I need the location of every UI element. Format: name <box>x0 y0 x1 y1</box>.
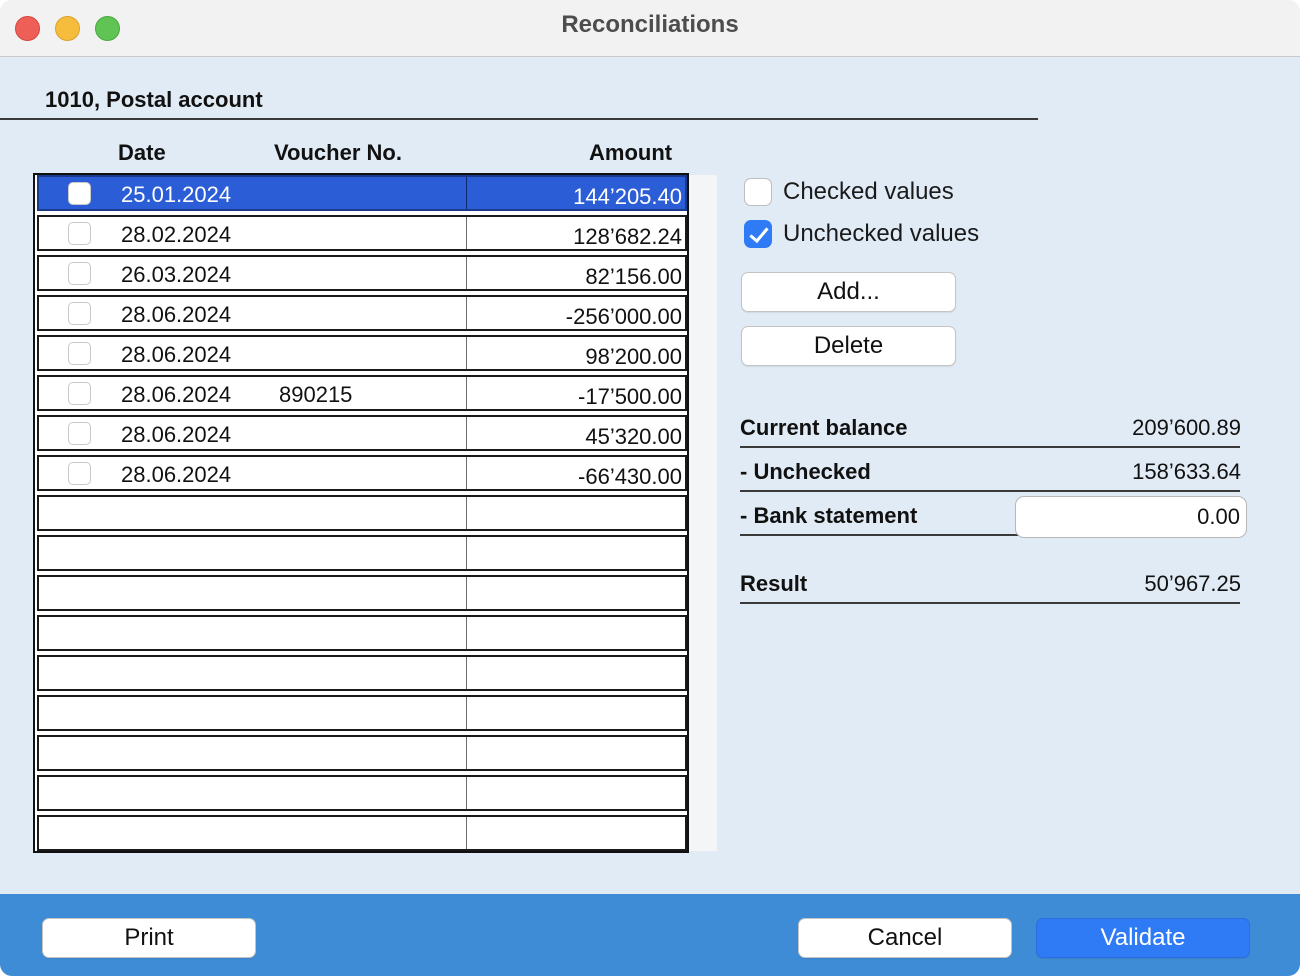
row-checkbox[interactable] <box>68 462 91 485</box>
unchecked-rule <box>740 490 1240 492</box>
table-row[interactable]: 28.06.2024 -256’000.00 <box>37 295 687 331</box>
column-header-date[interactable]: Date <box>118 140 166 166</box>
current-balance-label: Current balance <box>740 415 908 440</box>
current-balance-value: 209’600.89 <box>1132 415 1241 440</box>
unchecked-value: 158’633.64 <box>1132 459 1241 484</box>
cancel-button[interactable]: Cancel <box>798 918 1012 958</box>
row-date: 28.06.2024 <box>121 422 232 447</box>
bank-statement-field[interactable] <box>1015 496 1247 538</box>
row-date: 28.06.2024 <box>121 302 232 327</box>
column-divider <box>466 697 467 729</box>
row-checkbox[interactable] <box>68 182 91 205</box>
footer-bar: Print Cancel Validate <box>0 894 1300 976</box>
bank-statement-label: - Bank statement <box>740 503 918 528</box>
column-divider <box>466 257 467 289</box>
column-divider <box>466 297 467 329</box>
title-bar: Reconciliations <box>0 0 1300 57</box>
column-divider <box>466 617 467 649</box>
column-divider <box>466 777 467 809</box>
empty-table-row[interactable] <box>37 615 687 651</box>
table-row[interactable]: 28.06.2024 -66’430.00 <box>37 455 687 491</box>
row-checkbox[interactable] <box>68 422 91 445</box>
result-rule <box>740 602 1240 604</box>
column-divider <box>466 217 467 249</box>
unchecked-values-label: Unchecked values <box>783 220 980 247</box>
account-divider <box>0 118 1038 120</box>
window-title: Reconciliations <box>561 11 739 38</box>
account-label: 1010, Postal account <box>45 87 263 112</box>
bank-statement-rule <box>740 534 1020 536</box>
row-date: 28.02.2024 <box>121 222 232 247</box>
column-divider <box>466 457 467 489</box>
add-button[interactable]: Add... <box>741 272 956 312</box>
row-checkbox[interactable] <box>68 382 91 405</box>
empty-table-row[interactable] <box>37 495 687 531</box>
empty-table-row[interactable] <box>37 815 687 851</box>
checked-values-checkbox[interactable] <box>744 178 772 206</box>
result-label: Result <box>740 571 808 596</box>
row-amount: 98’200.00 <box>585 344 682 369</box>
column-divider <box>466 337 467 369</box>
row-checkbox[interactable] <box>68 302 91 325</box>
row-date: 28.06.2024 <box>121 462 232 487</box>
row-voucher: 890215 <box>279 382 353 407</box>
column-divider <box>466 497 467 529</box>
empty-table-row[interactable] <box>37 735 687 771</box>
row-date: 26.03.2024 <box>121 262 232 287</box>
empty-table-row[interactable] <box>37 695 687 731</box>
table-row[interactable]: 28.06.2024 45’320.00 <box>37 415 687 451</box>
result-value: 50’967.25 <box>1144 571 1241 596</box>
column-header-amount[interactable]: Amount <box>589 140 672 166</box>
checked-values-label: Checked values <box>783 178 954 205</box>
row-amount: -17’500.00 <box>578 384 682 409</box>
validate-button[interactable]: Validate <box>1036 918 1250 958</box>
row-checkbox[interactable] <box>68 222 91 245</box>
column-header-voucher[interactable]: Voucher No. <box>274 140 402 166</box>
reconciliations-window: Reconciliations 1010, Postal account Dat… <box>0 0 1300 976</box>
table-row[interactable]: 26.03.2024 82’156.00 <box>37 255 687 291</box>
table-row[interactable]: 28.02.2024 128’682.24 <box>37 215 687 251</box>
row-date: 28.06.2024 <box>121 382 232 407</box>
column-divider <box>466 377 467 409</box>
column-divider <box>466 417 467 449</box>
current-balance-rule <box>740 446 1240 448</box>
row-checkbox[interactable] <box>68 342 91 365</box>
table-scrollbar[interactable] <box>689 175 717 851</box>
row-checkbox[interactable] <box>68 262 91 285</box>
empty-table-row[interactable] <box>37 575 687 611</box>
row-amount: 144’205.40 <box>573 184 682 209</box>
print-button[interactable]: Print <box>42 918 256 958</box>
table-row[interactable]: 28.06.2024 98’200.00 <box>37 335 687 371</box>
table-row[interactable]: 25.01.2024 144’205.40 <box>37 175 687 211</box>
column-divider <box>466 737 467 769</box>
row-amount: 128’682.24 <box>573 224 682 249</box>
column-divider <box>466 577 467 609</box>
unchecked-values-checkbox[interactable] <box>744 220 772 248</box>
table-row[interactable]: 28.06.2024 890215 -17’500.00 <box>37 375 687 411</box>
bank-statement-input[interactable] <box>1016 497 1246 537</box>
row-date: 28.06.2024 <box>121 342 232 367</box>
empty-table-row[interactable] <box>37 535 687 571</box>
column-divider <box>466 537 467 569</box>
row-amount: 45’320.00 <box>585 424 682 449</box>
reconciliation-table[interactable]: 25.01.2024 144’205.40 28.02.2024 128’682.24… <box>33 173 689 853</box>
delete-button[interactable]: Delete <box>741 326 956 366</box>
row-date: 25.01.2024 <box>121 182 232 207</box>
empty-table-row[interactable] <box>37 775 687 811</box>
column-divider <box>466 177 467 209</box>
row-amount: -66’430.00 <box>578 464 682 489</box>
column-divider <box>466 657 467 689</box>
row-amount: -256’000.00 <box>565 304 682 329</box>
column-divider <box>466 817 467 849</box>
unchecked-label: - Unchecked <box>740 459 871 484</box>
empty-table-row[interactable] <box>37 655 687 691</box>
row-amount: 82’156.00 <box>585 264 682 289</box>
